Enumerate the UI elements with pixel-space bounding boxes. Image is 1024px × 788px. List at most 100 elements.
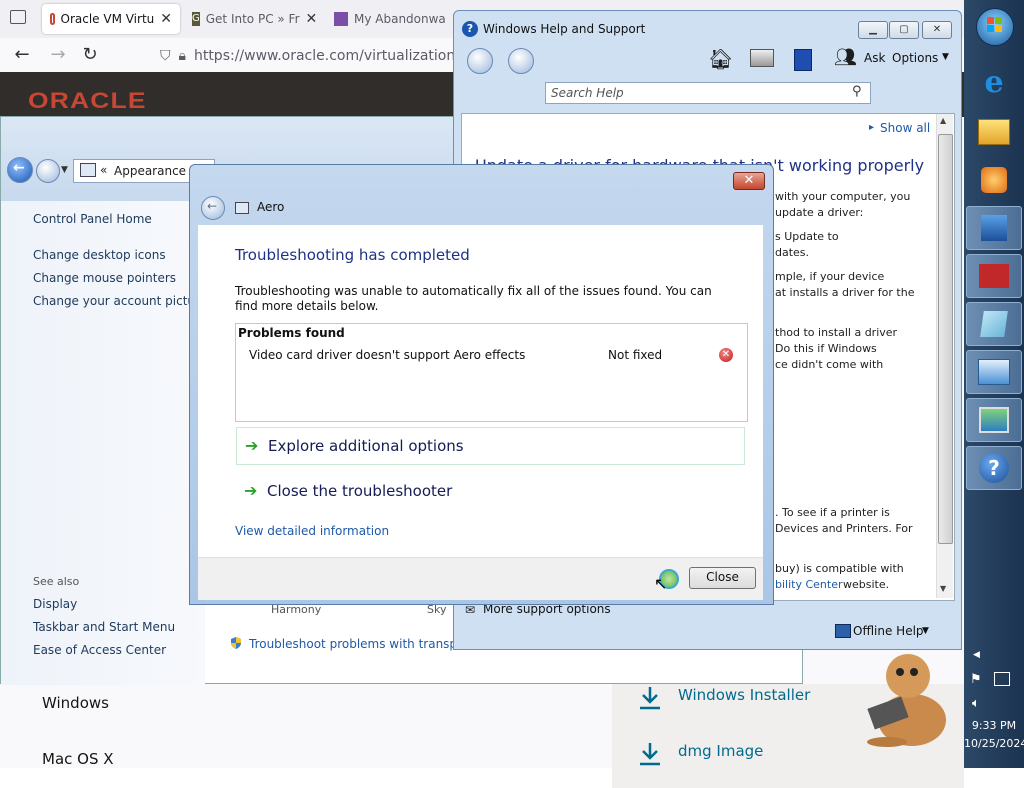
close-button[interactable]: ✕ xyxy=(922,21,952,39)
ease-of-access-link[interactable]: Ease of Access Center xyxy=(33,643,166,657)
tab-getintopc[interactable]: G Get Into PC » Fr ✕ xyxy=(184,4,320,34)
notepad-icon[interactable] xyxy=(966,302,1022,346)
article-text: buy) is compatible with xyxy=(775,562,904,575)
offline-help-menu[interactable]: Offline Help xyxy=(853,624,924,638)
control-panel-sidebar: Control Panel Home Change desktop icons … xyxy=(1,201,207,685)
chevron-down-icon: ▼ xyxy=(942,52,949,62)
close-button[interactable]: Close xyxy=(689,567,756,589)
article-text: . To see if a printer is xyxy=(775,506,890,519)
display-icon[interactable] xyxy=(966,398,1022,442)
compatibility-center-link[interactable]: bility Center xyxy=(775,578,843,591)
minimize-button[interactable]: ▁ xyxy=(858,21,888,39)
download-icon xyxy=(640,687,660,710)
dialog-title: Aero xyxy=(257,200,285,214)
media-player-icon[interactable] xyxy=(966,158,1022,202)
back-button[interactable]: ← xyxy=(7,157,33,183)
view-details-link[interactable]: View detailed information xyxy=(235,524,389,538)
options-menu[interactable]: Options xyxy=(892,51,938,65)
mouse-pointer-icon: ↖ xyxy=(654,574,668,593)
article-text: at installs a driver for the xyxy=(775,286,915,299)
clock-time[interactable]: 9:33 PM xyxy=(964,719,1024,732)
problems-found-list: Problems found Video card driver doesn't… xyxy=(235,323,748,422)
article-text: update a driver: xyxy=(775,206,864,219)
forward-button[interactable] xyxy=(36,159,60,183)
scroll-down-icon[interactable]: ▼ xyxy=(940,584,946,593)
history-dropdown-icon[interactable]: ▼ xyxy=(61,165,68,175)
tab-oracle[interactable]: Oracle VM Virtu ✕ xyxy=(42,4,180,34)
show-hidden-icons[interactable]: ◀ xyxy=(973,650,980,660)
offline-icon xyxy=(835,624,851,638)
close-window-button[interactable]: ✕ xyxy=(733,172,765,190)
scrollbar[interactable]: ▲ ▼ xyxy=(936,114,953,598)
ask-button[interactable]: Ask xyxy=(864,51,885,65)
search-placeholder: Search Help xyxy=(551,86,624,100)
download-link[interactable]: dmg Image xyxy=(678,742,763,760)
back-arrow-icon[interactable]: ← xyxy=(11,44,33,66)
download-link[interactable]: Windows Installer xyxy=(678,686,810,704)
app-icon[interactable] xyxy=(966,206,1022,250)
getintopc-tab-icon: G xyxy=(192,12,200,26)
search-icon[interactable]: ⚲ xyxy=(852,84,862,99)
taskbar-start-menu-link[interactable]: Taskbar and Start Menu xyxy=(33,620,175,634)
window-title: Windows Help and Support xyxy=(483,22,646,36)
start-orb-icon[interactable] xyxy=(976,8,1014,46)
article-text: dates. xyxy=(775,246,810,259)
volume-muted-icon[interactable]: 🔈︎ xyxy=(972,696,980,711)
change-account-picture-link[interactable]: Change your account picture xyxy=(33,294,207,308)
scroll-up-icon[interactable]: ▲ xyxy=(940,116,946,125)
maximize-button[interactable]: ▢ xyxy=(889,21,919,39)
display-link[interactable]: Display xyxy=(33,597,77,611)
search-input[interactable]: Search Help ⚲ xyxy=(545,82,871,104)
article-text: mple, if your device xyxy=(775,270,885,283)
oracle-logo[interactable]: ORACLE xyxy=(28,88,147,114)
browse-help-icon[interactable] xyxy=(794,49,812,71)
network-icon[interactable] xyxy=(994,672,1010,686)
change-mouse-pointers-link[interactable]: Change mouse pointers xyxy=(33,271,176,285)
clock-date[interactable]: 10/25/2024 xyxy=(964,737,1024,750)
url-bar[interactable]: ⛉ 🔒︎ https://www.oracle.com/virtualizati… xyxy=(160,42,460,70)
app-icon-red[interactable] xyxy=(966,254,1022,298)
download-icon xyxy=(640,743,660,766)
chevron-right-icon: ▸ xyxy=(869,122,875,133)
control-panel-home-link[interactable]: Control Panel Home xyxy=(33,212,152,226)
back-button[interactable] xyxy=(467,48,493,74)
see-also-label: See also xyxy=(33,575,80,588)
close-tab-icon[interactable]: ✕ xyxy=(160,11,172,27)
action-center-flag-icon[interactable]: ⚑ xyxy=(970,672,982,687)
forward-button[interactable] xyxy=(508,48,534,74)
green-arrow-icon: ➔ xyxy=(245,436,259,455)
back-button[interactable]: ← xyxy=(201,196,225,220)
tab-list-icon[interactable] xyxy=(10,10,26,24)
mascot-image xyxy=(842,650,960,750)
reload-icon[interactable]: ↻ xyxy=(79,44,101,66)
ask-icon[interactable]: 👥︎ xyxy=(834,47,857,68)
scrollbar-thumb[interactable] xyxy=(938,134,953,544)
close-troubleshooter-command[interactable]: ➔ Close the troubleshooter xyxy=(236,473,745,511)
troubleshoot-transparency-link[interactable]: Troubleshoot problems with transpare xyxy=(249,637,476,651)
article-text: with your computer, you xyxy=(775,190,911,203)
control-panel-icon xyxy=(80,163,96,177)
article-text: thod to install a driver xyxy=(775,326,898,339)
os-label: Windows xyxy=(42,694,109,712)
tab-abandonware[interactable]: My Abandonwa xyxy=(326,4,454,34)
problem-name: Video card driver doesn't support Aero e… xyxy=(249,348,526,362)
close-tab-icon[interactable]: ✕ xyxy=(306,11,318,27)
dialog-description: Troubleshooting was unable to automatica… xyxy=(235,284,712,313)
print-icon[interactable] xyxy=(750,49,774,67)
help-icon[interactable]: ? xyxy=(966,446,1022,490)
home-icon[interactable]: 🏠︎ xyxy=(708,47,733,71)
command-label: Explore additional options xyxy=(268,437,464,455)
explore-options-command[interactable]: ➔ Explore additional options xyxy=(236,427,745,465)
internet-explorer-icon[interactable]: e xyxy=(966,60,1022,104)
uac-shield-icon xyxy=(229,636,243,650)
troubleshooter-icon xyxy=(235,202,249,214)
oracle-tab-icon xyxy=(50,13,55,25)
forward-arrow-icon[interactable]: → xyxy=(47,44,69,66)
control-panel-icon[interactable] xyxy=(966,350,1022,394)
download-row-windows: Windows Windows Installer xyxy=(28,684,964,736)
show-all-link[interactable]: Show all xyxy=(880,121,930,135)
article-text: Devices and Printers. For xyxy=(775,522,913,535)
article-text: Do this if Windows xyxy=(775,342,877,355)
change-desktop-icons-link[interactable]: Change desktop icons xyxy=(33,248,166,262)
file-explorer-icon[interactable] xyxy=(966,110,1022,154)
